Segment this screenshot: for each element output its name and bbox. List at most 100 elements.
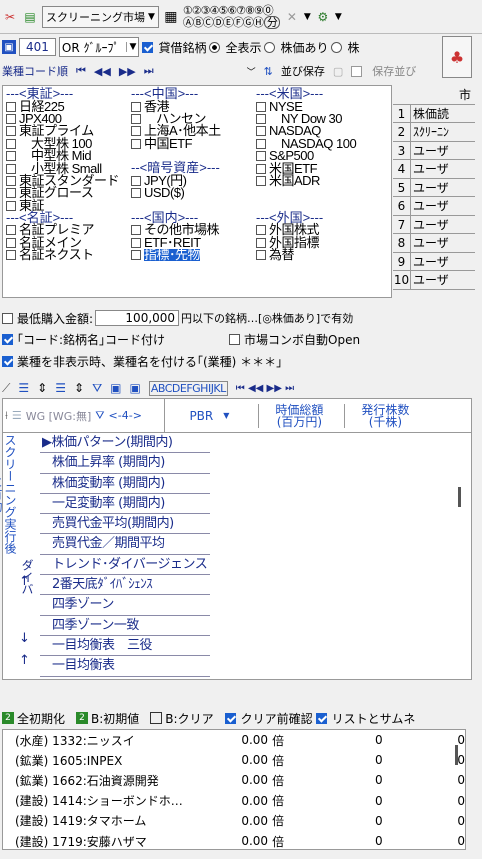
gear-icon[interactable]: ⚙ — [315, 9, 331, 25]
mcap-header[interactable]: 時価総額 (百万円) — [257, 403, 340, 428]
cross-icon[interactable]: ✕ — [284, 9, 300, 25]
outdent-icon[interactable]: ☰ — [55, 381, 66, 395]
market-checkbox[interactable] — [256, 237, 266, 248]
market-checkbox[interactable] — [256, 138, 266, 149]
wg-icon[interactable]: ☰ — [12, 409, 22, 422]
market-checkbox[interactable] — [256, 126, 266, 137]
grid-icon[interactable]: ▦ — [163, 9, 179, 25]
indicator-item[interactable]: 四季ゾーン一致 — [40, 616, 210, 636]
list-row[interactable]: 10 ユーザ — [393, 271, 475, 290]
list-row[interactable]: 1 株価読 — [393, 104, 475, 123]
b-clear-icon[interactable] — [150, 712, 163, 724]
market-checkbox[interactable] — [131, 113, 141, 124]
market-item[interactable]: 中国ETF — [131, 137, 221, 150]
indicator-item[interactable]: 四季ゾーン — [40, 595, 210, 616]
scroll-thumb[interactable] — [458, 487, 461, 507]
screening-market-select[interactable]: スクリーニング市場 ▼ — [42, 5, 159, 28]
document-icon[interactable]: ▤ — [22, 9, 38, 25]
b-reset-icon[interactable]: 2 — [76, 712, 89, 724]
b-reset-label[interactable]: B:初期値 — [91, 710, 139, 727]
stock-scroll-thumb[interactable] — [455, 745, 458, 765]
code-name-checkbox[interactable] — [2, 333, 13, 345]
credit-checkbox[interactable] — [142, 41, 154, 53]
market-checkbox[interactable] — [6, 113, 16, 124]
market-item[interactable]: 名証ネクスト — [6, 248, 119, 261]
grid-nav-icons[interactable]: ⏮ ◀◀ ▶▶ ⏭ — [236, 383, 294, 394]
indicator-item[interactable]: 2番天底ﾀﾞｲﾊﾞｼｪﾝｽ — [40, 575, 210, 596]
filter-clear-icon[interactable]: ⛛ — [92, 381, 102, 396]
indicator-item[interactable]: 一目均衡表 — [40, 656, 210, 677]
confirm-clear-checkbox[interactable] — [224, 712, 236, 724]
pin-icon[interactable]: ⟊ — [5, 409, 8, 423]
market-checkbox[interactable] — [131, 138, 141, 149]
column-remove-icon[interactable]: ▣ — [130, 381, 141, 395]
indicator-item-selected[interactable]: ▶株価パターン(期間内) — [40, 433, 210, 454]
first-icon[interactable]: ⏮ — [76, 64, 86, 78]
market-checkbox[interactable] — [256, 225, 266, 236]
indicator-item[interactable]: トレンド･ダイバージェンス — [40, 555, 210, 576]
dropdown-arrow-icon[interactable]: ▼ — [304, 12, 311, 22]
reset-all-label[interactable]: 全初期化 — [17, 710, 65, 727]
list-row[interactable]: 2 ｽｸﾘｰﾆﾝ — [393, 123, 475, 142]
radio-with-price2[interactable] — [331, 41, 343, 53]
indicator-item[interactable]: 一目均衡表 三役 — [40, 636, 210, 657]
min-price-input[interactable]: 100,000 — [95, 310, 180, 326]
number-tabs[interactable]: ①②③④⑤⑥⑦⑧⑨⓪ — [183, 5, 280, 16]
shares-header[interactable]: 発行株数 (千株) — [343, 403, 426, 428]
list-thumb-checkbox[interactable] — [315, 712, 327, 724]
market-checkbox[interactable] — [256, 250, 266, 261]
indicator-item[interactable]: 株価上昇率 (期間内) — [40, 453, 210, 474]
market-checkbox[interactable] — [6, 225, 16, 236]
saved-order-checkbox[interactable] — [351, 65, 363, 77]
market-checkbox[interactable] — [6, 163, 16, 174]
list-number[interactable]: 401 — [19, 38, 56, 56]
combo-auto-checkbox[interactable] — [229, 333, 241, 345]
market-item[interactable]: 指標･先物 — [131, 248, 221, 262]
market-checkbox[interactable] — [6, 175, 16, 186]
market-checkbox[interactable] — [6, 126, 16, 137]
save-order-icon[interactable]: ▢ — [333, 65, 343, 78]
market-checkbox[interactable] — [6, 237, 16, 248]
chevron-down-icon[interactable]: ﹀ — [247, 65, 256, 78]
minute-tab[interactable]: 分 — [263, 15, 280, 29]
sort-label[interactable]: 業種コード順 — [2, 63, 68, 79]
radio-all[interactable] — [209, 41, 221, 53]
list-icon[interactable]: ▣ — [2, 40, 16, 54]
stock-row[interactable]: (水産) 1332:ニッスイ 0.00 倍 0 0 — [3, 730, 465, 750]
market-checkbox[interactable] — [131, 225, 141, 236]
market-item[interactable]: 為替 — [256, 248, 356, 261]
radio-with-price[interactable] — [264, 41, 276, 53]
market-checkbox[interactable] — [131, 237, 141, 248]
last-icon[interactable]: ⏭ — [144, 64, 154, 78]
group-select[interactable]: OR ｸﾞﾙｰﾌﾟ ▼ — [58, 37, 140, 57]
market-checkbox[interactable] — [131, 188, 141, 199]
filter-icon[interactable]: ⛛ — [95, 409, 104, 423]
list-row[interactable]: 4 ユーザ — [393, 160, 475, 179]
column-add-icon[interactable]: ▣ — [110, 381, 121, 395]
alpha-tabs[interactable]: ⒶⒷⒸⒹⒺⒻⒼⒽ — [183, 17, 264, 28]
market-item[interactable]: 米国ADR — [256, 174, 356, 187]
stock-row[interactable]: (建設) 1414:ショーボンドホ… 0.00 倍 0 0 — [3, 791, 465, 811]
list-row[interactable]: 5 ユーザ — [393, 178, 475, 197]
prev-icon[interactable]: ◀◀ — [94, 65, 111, 78]
market-checkbox[interactable] — [256, 151, 266, 162]
sort-save-icon[interactable]: ⇅ — [264, 65, 273, 78]
market-checkbox[interactable] — [131, 126, 141, 137]
industry-name-checkbox[interactable] — [2, 356, 13, 367]
market-checkbox[interactable] — [6, 188, 16, 199]
market-checkbox[interactable] — [6, 101, 16, 112]
column-range[interactable]: <-4-> — [109, 409, 142, 422]
stock-row[interactable]: (鉱業) 1605:INPEX 0.00 倍 0 0 — [3, 750, 465, 770]
market-checkbox[interactable] — [256, 175, 266, 186]
scissors-icon[interactable]: ✂ — [2, 9, 18, 25]
sort-updown-icon[interactable]: ⇕ — [37, 381, 47, 395]
align-left-icon[interactable]: ⟋ — [2, 381, 10, 396]
market-checkbox[interactable] — [131, 175, 141, 186]
pbr-header[interactable]: PBR ▼ — [163, 399, 254, 432]
market-checkbox[interactable] — [256, 113, 266, 124]
page-tabs[interactable]: ①②③④⑤⑥⑦⑧⑨⓪ ⒶⒷⒸⒹⒺⒻⒼⒽ 分 — [183, 5, 280, 29]
column-letters[interactable]: ABCDEFGHIJKL — [148, 380, 228, 396]
stock-row[interactable]: (鉱業) 1662:石油資源開発 0.00 倍 0 0 — [3, 770, 465, 790]
list-row[interactable]: 3 ユーザ — [393, 141, 475, 160]
list-row[interactable]: 7 ユーザ — [393, 215, 475, 234]
